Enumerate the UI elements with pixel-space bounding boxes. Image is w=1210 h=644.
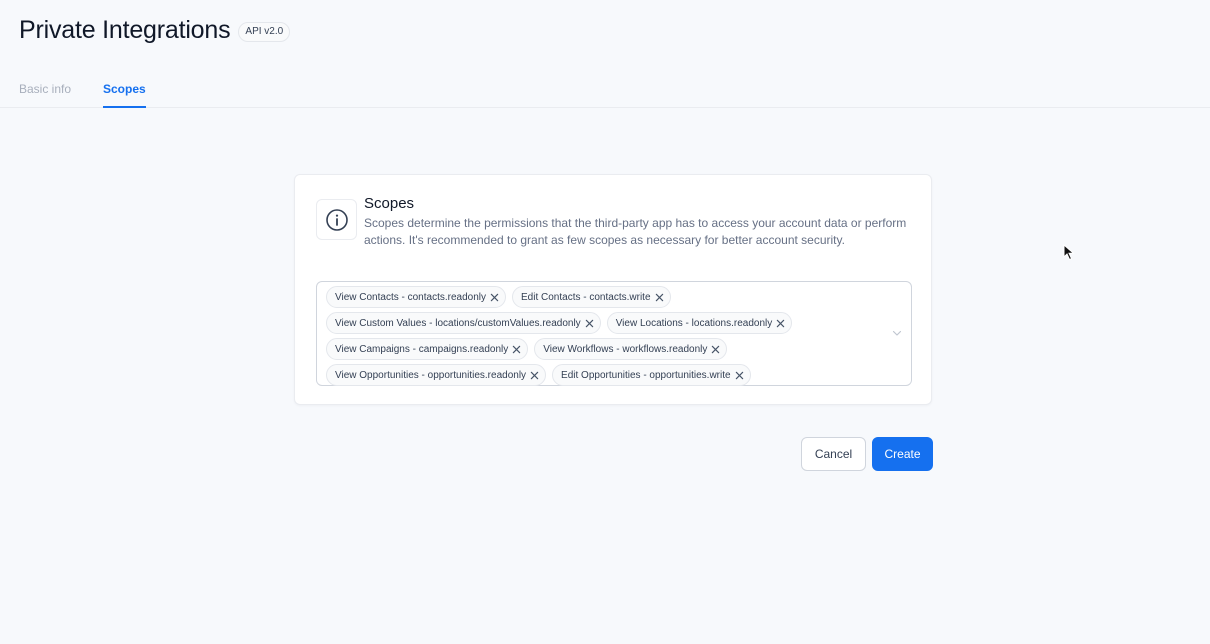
scopes-card-description: Scopes determine the permissions that th… bbox=[364, 216, 907, 247]
page-title: Private Integrations bbox=[19, 16, 231, 44]
close-icon[interactable] bbox=[655, 293, 664, 302]
scope-chip: Edit Opportunities - opportunities.write bbox=[552, 364, 751, 386]
mouse-cursor-icon bbox=[1063, 244, 1075, 261]
close-icon[interactable] bbox=[585, 319, 594, 328]
scope-chip: View Workflows - workflows.readonly bbox=[534, 338, 728, 360]
scopes-card: Scopes Scopes determine the permissions … bbox=[294, 174, 932, 405]
page: Private Integrations API v2.0 Basic info… bbox=[0, 0, 1210, 644]
scope-chip-label: View Contacts - contacts.readonly bbox=[335, 291, 487, 303]
scope-chip: View Contacts - contacts.readonly bbox=[326, 286, 507, 308]
scope-chip-label: Edit Contacts - contacts.write bbox=[521, 291, 651, 303]
scope-chip-label: View Campaigns - campaigns.readonly bbox=[335, 343, 509, 355]
tab-basic-info[interactable]: Basic info bbox=[19, 82, 71, 106]
chevron-down-icon[interactable] bbox=[891, 327, 903, 339]
scope-chip-list: View Contacts - contacts.readonly Edit Co… bbox=[326, 286, 886, 390]
scope-chip-label: View Locations - locations.readonly bbox=[615, 317, 773, 329]
api-version-badge: API v2.0 bbox=[238, 21, 291, 42]
scope-chip: View Campaigns - campaigns.readonly bbox=[326, 338, 529, 360]
scope-chip: View Locations - locations.readonly bbox=[606, 312, 793, 334]
scope-chip-label: View Workflows - workflows.readonly bbox=[543, 343, 708, 355]
tab-scopes[interactable]: Scopes bbox=[103, 82, 146, 108]
page-header: Private Integrations API v2.0 bbox=[19, 16, 291, 45]
info-icon bbox=[325, 208, 348, 231]
scopes-card-title: Scopes bbox=[364, 195, 415, 212]
scope-chip: View Custom Values - locations/customVal… bbox=[326, 312, 601, 334]
close-icon[interactable] bbox=[490, 293, 499, 302]
close-icon[interactable] bbox=[735, 371, 744, 380]
info-icon-container bbox=[316, 199, 357, 240]
close-icon[interactable] bbox=[776, 319, 785, 328]
scope-chip-label: View Custom Values - locations/customVal… bbox=[335, 317, 581, 329]
close-icon[interactable] bbox=[711, 345, 720, 354]
scope-chip-label: View Opportunities - opportunities.reado… bbox=[335, 369, 527, 381]
scopes-multiselect[interactable]: View Contacts - contacts.readonly Edit Co… bbox=[316, 281, 912, 386]
create-button[interactable]: Create bbox=[872, 437, 933, 471]
tab-bar: Basic info Scopes bbox=[0, 74, 1210, 108]
scope-chip: Edit Contacts - contacts.write bbox=[512, 286, 671, 308]
scope-chip-label: Edit Opportunities - opportunities.write bbox=[561, 369, 731, 381]
scope-chip: View Opportunities - opportunities.reado… bbox=[326, 364, 547, 386]
close-icon[interactable] bbox=[512, 345, 521, 354]
close-icon[interactable] bbox=[530, 371, 539, 380]
cancel-button[interactable]: Cancel bbox=[801, 437, 866, 471]
